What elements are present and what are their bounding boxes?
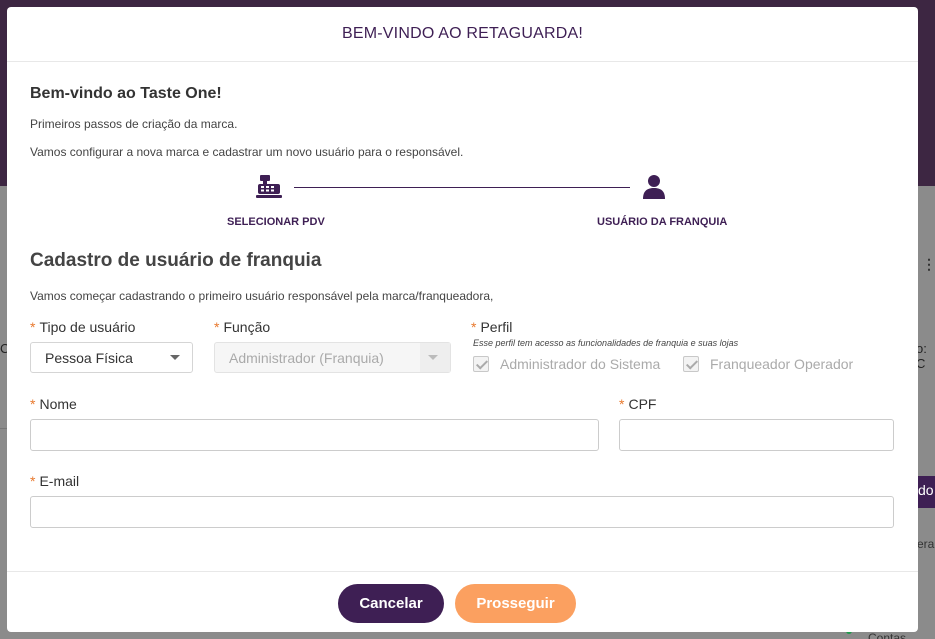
cash-register-icon: [256, 175, 282, 204]
step-label-selecionar-pdv[interactable]: SELECIONAR PDV: [227, 216, 325, 228]
modal-header: BEM-VINDO AO RETAGUARDA!: [7, 7, 918, 62]
perfil-checkbox-admin: Administrador do Sistema: [473, 356, 660, 372]
chevron-down-icon: [170, 355, 180, 360]
cpf-label-text: CPF: [628, 396, 657, 412]
intro-line-1: Primeiros passos de criação da marca.: [30, 117, 238, 131]
perfil-option-label: Franqueador Operador: [710, 356, 854, 372]
email-label-text: E-mail: [39, 473, 80, 489]
funcao-value: Administrador (Franquia): [229, 350, 384, 366]
intro-section: Bem-vindo ao Taste One! Primeiros passos…: [30, 85, 463, 173]
modal-title: BEM-VINDO AO RETAGUARDA!: [342, 25, 583, 42]
perfil-checkbox-franqueador: Franqueador Operador: [683, 356, 853, 372]
background-text-right: o: C: [916, 341, 927, 371]
proceed-button[interactable]: Prosseguir: [455, 584, 576, 623]
background-more-icon: ⋮: [922, 256, 935, 272]
form-title: Cadastro de usuário de franquia: [30, 250, 322, 271]
welcome-modal: BEM-VINDO AO RETAGUARDA! Bem-vindo ao Ta…: [7, 7, 918, 632]
cpf-input[interactable]: [619, 419, 894, 451]
perfil-label-text: Perfil: [480, 319, 513, 335]
perfil-label: * Perfil: [471, 319, 512, 335]
funcao-label-text: Função: [223, 319, 271, 335]
funcao-select: Administrador (Franquia): [214, 342, 451, 373]
nome-input[interactable]: [30, 419, 599, 451]
funcao-label: * Função: [214, 319, 270, 335]
checkbox-checked-icon: [683, 356, 699, 372]
modal-footer: Cancelar Prosseguir: [7, 571, 918, 632]
cpf-label: * CPF: [619, 396, 656, 412]
step-label-usuario-franquia[interactable]: USUÁRIO DA FRANQUIA: [597, 216, 727, 228]
required-mark: *: [214, 319, 220, 335]
tipo-usuario-select[interactable]: Pessoa Física: [30, 342, 193, 373]
required-mark: *: [30, 473, 36, 489]
cancel-button[interactable]: Cancelar: [338, 584, 444, 623]
intro-heading: Bem-vindo ao Taste One!: [30, 85, 222, 102]
required-mark: *: [30, 396, 36, 412]
tipo-usuario-label-text: Tipo de usuário: [39, 319, 136, 335]
perfil-hint: Esse perfil tem acesso as funcionalidade…: [473, 338, 739, 348]
background-side-text: era: [917, 537, 935, 551]
chevron-down-icon: [428, 355, 438, 360]
nome-label-text: Nome: [39, 396, 77, 412]
form-subtitle: Vamos começar cadastrando o primeiro usu…: [30, 289, 494, 303]
background-bottom-text: Contas: [868, 631, 907, 639]
checkbox-checked-icon: [473, 356, 489, 372]
tipo-usuario-value: Pessoa Física: [45, 350, 133, 366]
nome-label: * Nome: [30, 396, 77, 412]
email-label: * E-mail: [30, 473, 79, 489]
stepper-connector: [294, 187, 630, 188]
intro-line-2: Vamos configurar a nova marca e cadastra…: [30, 145, 464, 159]
required-mark: *: [471, 319, 477, 335]
required-mark: *: [30, 319, 36, 335]
perfil-option-label: Administrador do Sistema: [500, 356, 661, 372]
required-mark: *: [619, 396, 625, 412]
email-input[interactable]: [30, 496, 894, 528]
user-icon: [643, 175, 665, 204]
tipo-usuario-label: * Tipo de usuário: [30, 319, 135, 335]
